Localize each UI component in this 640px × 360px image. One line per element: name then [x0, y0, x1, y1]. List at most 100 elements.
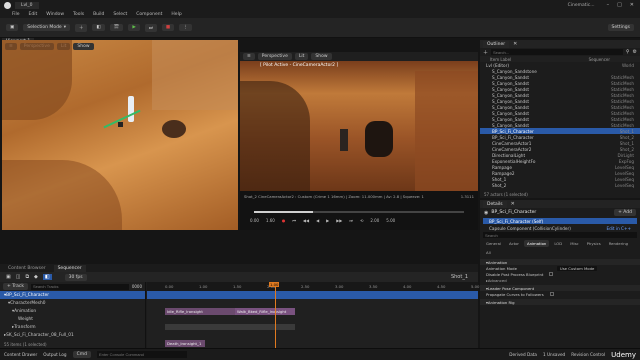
component-capsule[interactable]: Capsule Component (CollisionCylinder) Edi…: [483, 225, 637, 231]
content-drawer-button[interactable]: Content Drawer: [4, 352, 37, 357]
stop-icon[interactable]: ■: [161, 24, 175, 31]
selection-mode-dropdown[interactable]: Selection Mode ▾: [23, 24, 70, 31]
col-sequencer[interactable]: Sequencer: [589, 57, 610, 62]
clip-idle-rifle[interactable]: Idle_Rifle_Ironsight: [165, 308, 235, 315]
maximize-icon[interactable]: □: [617, 2, 622, 8]
track-weight[interactable]: Weight: [0, 315, 145, 323]
menu-tools[interactable]: Tools: [73, 12, 84, 17]
playhead-label[interactable]: 1.00: [269, 282, 280, 287]
cine-show-button[interactable]: Show: [311, 53, 332, 60]
derived-data-button[interactable]: Derived Data: [509, 352, 537, 357]
loop-icon[interactable]: ⟲: [360, 218, 363, 223]
cine-scrub-bar[interactable]: [254, 211, 464, 213]
settings-button[interactable]: Settings: [607, 24, 634, 31]
track-bp-character[interactable]: ▾ BP_Sci_Fi_Character: [0, 291, 145, 299]
snap-icon[interactable]: ◧: [42, 274, 52, 280]
outliner-close-icon[interactable]: ✕: [513, 41, 517, 47]
tab-rendering[interactable]: Rendering: [606, 240, 631, 247]
blueprint-icon[interactable]: ◧: [92, 24, 105, 31]
track-transform[interactable]: ▸ Transform: [0, 323, 145, 331]
step-forward-icon[interactable]: ▶▶: [336, 218, 342, 223]
cine-menu-icon[interactable]: ≡: [243, 53, 255, 60]
clip-walk-rifle[interactable]: Walk_Bked_Rifle_Ironsight: [235, 308, 295, 315]
time-ruler[interactable]: 0.001.001.502.002.503.003.504.004.505.00: [147, 282, 479, 291]
cinematic-viewport[interactable]: [ Pilot Active - CineCameraActor2 ]: [240, 61, 478, 191]
play-forward-icon[interactable]: ▶: [326, 218, 329, 223]
tab-lod[interactable]: LOD: [551, 240, 565, 247]
col-item-label[interactable]: Item Label: [490, 57, 511, 62]
menu-file[interactable]: File: [12, 12, 20, 17]
save-sequence-icon[interactable]: ▣: [6, 274, 11, 280]
more-icon[interactable]: ⋮: [179, 24, 192, 31]
play-icon[interactable]: ▶: [128, 24, 140, 31]
details-search-input[interactable]: [483, 232, 637, 238]
outliner-tab[interactable]: Outliner: [483, 40, 510, 48]
jump-start-icon[interactable]: ⏮: [292, 218, 296, 223]
creature-actor[interactable]: [162, 120, 186, 138]
project-tab[interactable]: Lvl_0: [15, 1, 39, 9]
menu-window[interactable]: Window: [46, 12, 64, 17]
menu-component[interactable]: Component: [136, 12, 162, 17]
outliner-add-icon[interactable]: ＋: [483, 49, 488, 56]
save-icon[interactable]: ▣: [6, 24, 19, 31]
track-sk-character[interactable]: ▸ SK_Sci_Fi_Character_08_Full_01: [0, 331, 145, 339]
viewport-show-button[interactable]: Show: [73, 43, 94, 50]
checkbox-icon[interactable]: [549, 272, 554, 276]
tab-content-browser[interactable]: Content Browser: [4, 264, 50, 272]
menu-select[interactable]: Select: [113, 12, 127, 17]
selected-track-bar[interactable]: [147, 291, 478, 299]
level-viewport[interactable]: ≡ Perspective Lit Show: [2, 40, 238, 230]
menu-help[interactable]: Help: [171, 12, 181, 17]
tab-physics[interactable]: Physics: [584, 240, 604, 247]
tab-general[interactable]: General: [483, 240, 504, 247]
outliner-search-input[interactable]: [491, 49, 623, 55]
sequencer-timeline[interactable]: 0.001.001.502.002.503.003.504.004.505.00…: [147, 282, 479, 348]
camera-icon[interactable]: ◫: [16, 274, 21, 280]
add-content-icon[interactable]: ＋: [74, 23, 88, 32]
revision-control-button[interactable]: Revision Control: [571, 352, 605, 357]
cine-perspective-button[interactable]: Perspective: [257, 53, 292, 60]
character-actor[interactable]: [128, 96, 134, 122]
cmd-dropdown[interactable]: Cmd: [72, 351, 91, 358]
record-icon[interactable]: ●: [282, 218, 286, 223]
camera-actor[interactable]: [118, 122, 123, 127]
animation-mode-select[interactable]: Use Custom Mode: [556, 265, 598, 271]
track-search-input[interactable]: [30, 283, 129, 290]
cinematics-icon[interactable]: 🎬: [109, 24, 124, 31]
tab-actor[interactable]: Actor: [506, 240, 522, 247]
close-icon[interactable]: ✕: [630, 2, 634, 8]
details-close-icon[interactable]: ✕: [511, 201, 515, 207]
outliner-row[interactable]: Shot_2 LevelSeq: [480, 182, 640, 188]
section-advanced[interactable]: ▸ Advanced: [480, 277, 640, 283]
playhead-line[interactable]: [275, 282, 276, 348]
unsaved-button[interactable]: 1 Unsaved: [543, 352, 565, 357]
add-component-button[interactable]: + Add: [614, 209, 636, 216]
menu-build[interactable]: Build: [93, 12, 104, 17]
clip-death[interactable]: Death_Ironsight_1: [165, 340, 205, 347]
step-back-icon[interactable]: ◀◀: [303, 218, 309, 223]
render-icon[interactable]: ⧉: [25, 274, 29, 280]
fps-dropdown[interactable]: 30 fps: [64, 273, 87, 281]
menu-edit[interactable]: Edit: [29, 12, 38, 17]
gear-icon[interactable]: ⚙: [633, 49, 637, 55]
tab-all[interactable]: All: [483, 249, 494, 256]
track-animation[interactable]: ▾ Animation: [0, 307, 145, 315]
tab-sequencer[interactable]: Sequencer: [53, 264, 86, 272]
output-log-button[interactable]: Output Log: [43, 352, 66, 357]
component-self[interactable]: BP_Sci_Fi_Character (Self): [483, 218, 637, 224]
tab-animation[interactable]: Animation: [523, 240, 550, 247]
tab-misc[interactable]: Misc: [567, 240, 581, 247]
cine-lit-button[interactable]: Lit: [294, 53, 309, 60]
add-track-button[interactable]: + Track: [3, 283, 28, 290]
key-icon[interactable]: ◆: [34, 274, 38, 280]
play-reverse-icon[interactable]: ◀: [316, 218, 319, 223]
edit-cpp-link[interactable]: Edit in C++: [606, 226, 631, 231]
track-character-mesh[interactable]: ▾ CharacterMesh0: [0, 299, 145, 307]
checkbox-icon[interactable]: [549, 292, 554, 296]
skip-icon[interactable]: ⏭: [144, 23, 157, 32]
console-input[interactable]: [96, 351, 187, 358]
jump-end-icon[interactable]: ⏭: [349, 218, 353, 223]
minimize-icon[interactable]: –: [607, 2, 610, 8]
details-tab[interactable]: Details: [483, 200, 507, 208]
section-animation-rig[interactable]: ▾ Animation Rig: [480, 299, 640, 305]
